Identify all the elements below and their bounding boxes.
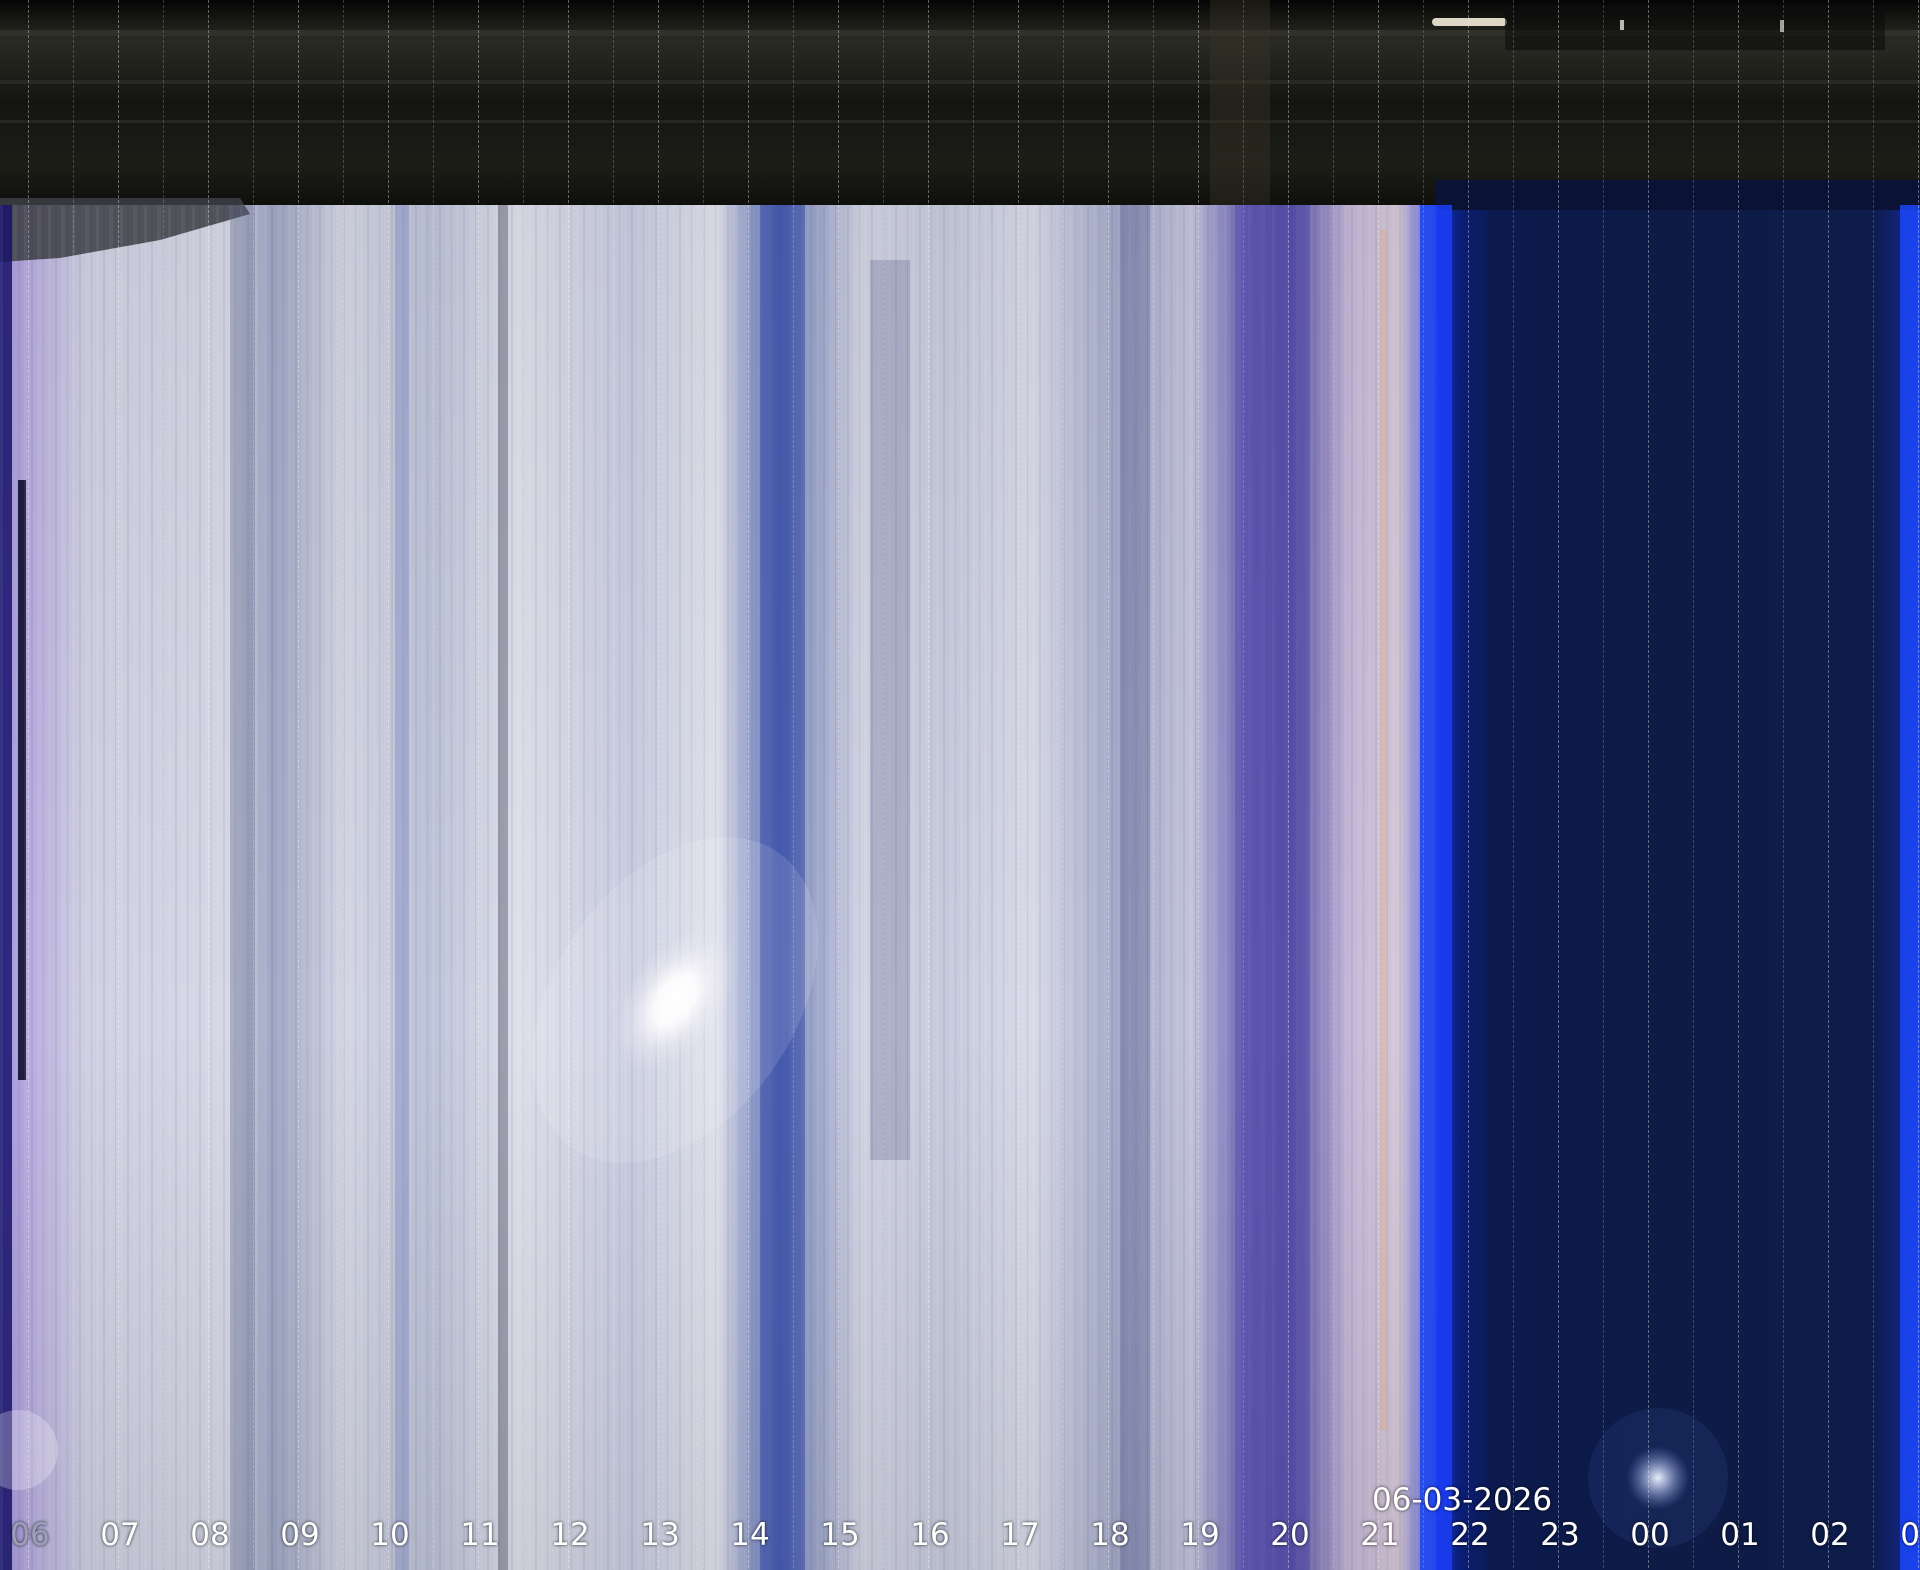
hour-label: 17 (1000, 1517, 1040, 1553)
hour-label: 09 (280, 1517, 320, 1553)
hour-label: 00 (1630, 1517, 1670, 1553)
hour-label: 21 (1360, 1517, 1400, 1553)
hour-label: 20 (1270, 1517, 1310, 1553)
sky-time-slice-image (0, 0, 1920, 1570)
hour-label: 07 (100, 1517, 140, 1553)
hour-label: 06 (10, 1517, 50, 1553)
date-label: 06-03-2026 (1372, 1482, 1553, 1518)
hour-label: 10 (370, 1517, 410, 1553)
hour-label: 19 (1180, 1517, 1220, 1553)
hour-label: 22 (1450, 1517, 1490, 1553)
hour-label: 18 (1090, 1517, 1130, 1553)
hour-label: 14 (730, 1517, 770, 1553)
hour-label: 11 (460, 1517, 500, 1553)
hour-label: 16 (910, 1517, 950, 1553)
hour-label: 12 (550, 1517, 590, 1553)
hour-label: 15 (820, 1517, 860, 1553)
hour-label: 02 (1810, 1517, 1850, 1553)
hour-label: 13 (640, 1517, 680, 1553)
hour-label: 03 (1900, 1517, 1920, 1553)
hour-label: 08 (190, 1517, 230, 1553)
hour-label: 23 (1540, 1517, 1580, 1553)
keogram-image: 06 07 08 09 10 11 12 13 14 15 16 17 18 19 20 21 22 23 00 01… (0, 0, 1920, 1570)
hour-label: 01 (1720, 1517, 1760, 1553)
